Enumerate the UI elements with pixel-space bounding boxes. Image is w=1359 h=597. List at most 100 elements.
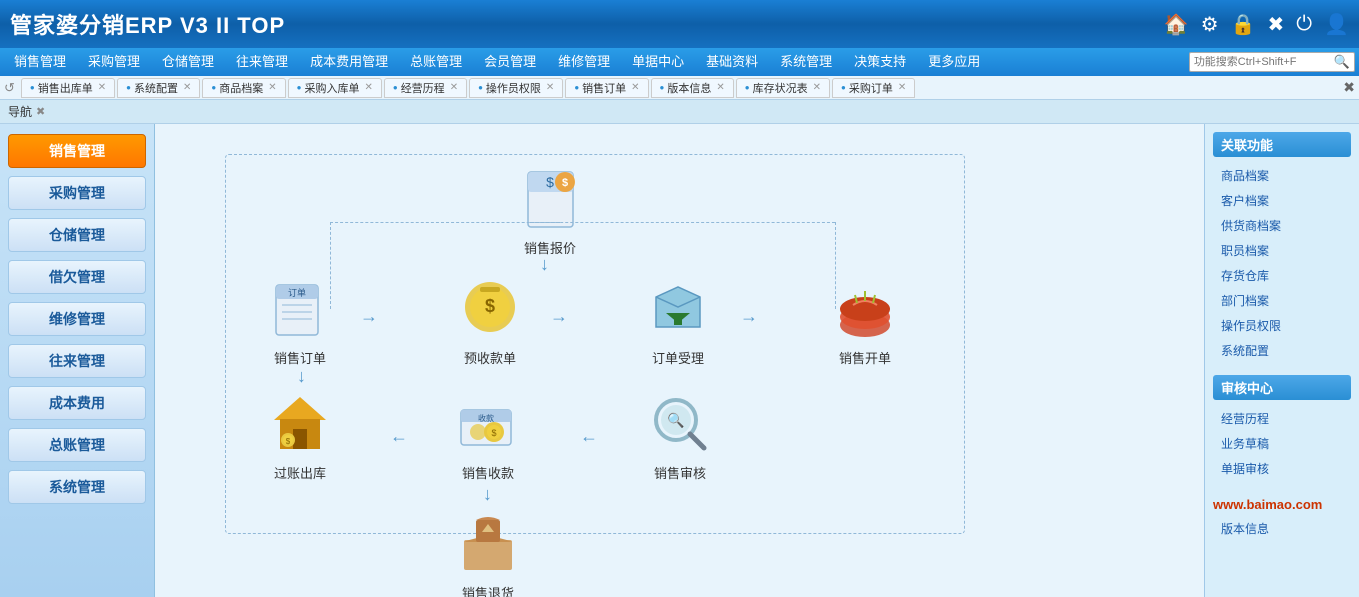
flow-sales-quote[interactable]: $ $ 销售报价 [515,164,585,257]
menu-warehouse[interactable]: 仓储管理 [152,49,224,75]
tab-version-info[interactable]: ●版本信息✕ [651,78,734,98]
search-input[interactable] [1194,56,1334,68]
dashed-v2 [835,222,836,309]
settings-icon[interactable]: ⚙ [1201,12,1219,37]
svg-text:订单: 订单 [287,287,305,298]
link-supplier-file[interactable]: 供货商档案 [1213,213,1351,238]
tabbar: ↺ ●销售出库单✕ ●系统配置✕ ●商品档案✕ ●采购入库单✕ ●经营历程✕ ●… [0,76,1359,100]
link-staff-file[interactable]: 职员档案 [1213,238,1351,263]
flow-transfer-out[interactable]: $ 过账出库 [265,389,335,482]
menu-more[interactable]: 更多应用 [918,49,990,75]
menu-sales[interactable]: 销售管理 [4,49,76,75]
link-version-info[interactable]: 版本信息 [1213,516,1351,541]
search-icon[interactable]: 🔍 [1334,54,1350,70]
link-dept-file[interactable]: 部门档案 [1213,288,1351,313]
sidebar: 销售管理 采购管理 仓储管理 借欠管理 维修管理 往来管理 成本费用 总账管理 … [0,124,155,597]
flow-prepayment[interactable]: $ 预收款单 [455,274,525,367]
watermark: www.baimao.com [1213,493,1351,516]
sidebar-item-ledger[interactable]: 总账管理 [8,428,146,462]
tab-purchase-order[interactable]: ●采购订单✕ [832,78,915,98]
arrow-sorder-to-transfer: ↓ [297,366,306,387]
sidebar-item-purchase[interactable]: 采购管理 [8,176,146,210]
dashed-v1 [330,222,331,309]
power-icon[interactable]: ⏻ [1296,13,1312,36]
link-operator-perms[interactable]: 操作员权限 [1213,313,1351,338]
menu-cost[interactable]: 成本费用管理 [300,49,398,75]
logo-text: 管家婆分销ERP V3 II TOP [10,8,285,40]
menu-ledger[interactable]: 总账管理 [400,49,472,75]
link-customer-file[interactable]: 客户档案 [1213,188,1351,213]
sales-quote-label: 销售报价 [524,238,576,257]
flow-sales-return[interactable]: 销售退货 [453,509,523,597]
sidebar-item-cost[interactable]: 成本费用 [8,386,146,420]
sidebar-item-warehouse[interactable]: 仓储管理 [8,218,146,252]
audit-center-section: 审核中心 经营历程 业务草稿 单据审核 [1213,375,1351,481]
content-area: $ $ 销售报价 ↓ 订单 [155,124,1204,597]
related-functions-section: 关联功能 商品档案 客户档案 供货商档案 职员档案 存货仓库 部门档案 操作员权… [1213,132,1351,363]
menu-member[interactable]: 会员管理 [474,49,546,75]
sales-return-label: 销售退货 [462,583,514,597]
link-system-config[interactable]: 系统配置 [1213,338,1351,363]
sales-open-label: 销售开单 [839,348,891,367]
tab-sales-outbound[interactable]: ●销售出库单✕ [21,78,115,98]
tab-refresh-icon[interactable]: ↺ [4,80,15,96]
menu-system[interactable]: 系统管理 [770,49,842,75]
sidebar-item-debt[interactable]: 借欠管理 [8,260,146,294]
tab-sales-order[interactable]: ●销售订单✕ [565,78,648,98]
menu-purchase[interactable]: 采购管理 [78,49,150,75]
arrow-audit-to-payment: ← [580,426,598,447]
sidebar-item-system[interactable]: 系统管理 [8,470,146,504]
link-warehouse[interactable]: 存货仓库 [1213,263,1351,288]
lock-icon[interactable]: 🔒 [1231,12,1256,37]
link-business-draft[interactable]: 业务草稿 [1213,431,1351,456]
user-icon[interactable]: 👤 [1324,12,1349,37]
sales-open-icon [830,274,900,344]
sidebar-item-repair[interactable]: 维修管理 [8,302,146,336]
tabbar-close-icon[interactable]: ✖ [1343,79,1355,96]
svg-text:$: $ [484,296,494,316]
tab-system-config[interactable]: ●系统配置✕ [117,78,200,98]
sales-order-icon: 订单 [265,274,335,344]
logo-area: 管家婆分销ERP V3 II TOP [10,8,1164,40]
home-icon[interactable]: 🏠 [1164,12,1189,37]
flow-order-accept[interactable]: 订单受理 [643,274,713,367]
right-panel: 关联功能 商品档案 客户档案 供货商档案 职员档案 存货仓库 部门档案 操作员权… [1204,124,1359,597]
tab-purchase-inbound[interactable]: ●采购入库单✕ [288,78,382,98]
related-functions-title: 关联功能 [1213,132,1351,157]
dashed-h1 [330,222,560,223]
menubar: 销售管理 采购管理 仓储管理 往来管理 成本费用管理 总账管理 会员管理 维修管… [0,48,1359,76]
menu-transactions[interactable]: 往来管理 [226,49,298,75]
sales-audit-icon: 🔍 [645,389,715,459]
flow-sales-audit[interactable]: 🔍 销售审核 [645,389,715,482]
link-goods-file[interactable]: 商品档案 [1213,163,1351,188]
arrow-quote-to-order: ↓ [540,254,549,275]
sales-payment-label: 销售收款 [462,463,514,482]
search-box[interactable]: 🔍 [1189,52,1355,72]
tab-goods-file[interactable]: ●商品档案✕ [202,78,285,98]
menu-voucher[interactable]: 单据中心 [622,49,694,75]
sales-order-label: 销售订单 [274,348,326,367]
arrow-accept-to-open: → [740,306,758,327]
main-area: 销售管理 采购管理 仓储管理 借欠管理 维修管理 往来管理 成本费用 总账管理 … [0,124,1359,597]
transfer-out-icon: $ [265,389,335,459]
svg-text:$: $ [491,428,496,438]
tab-stock-status[interactable]: ●库存状况表✕ [736,78,830,98]
link-voucher-audit[interactable]: 单据审核 [1213,456,1351,481]
menu-repair[interactable]: 维修管理 [548,49,620,75]
flow-sales-order[interactable]: 订单 销售订单 [265,274,335,367]
menu-decision[interactable]: 决策支持 [844,49,916,75]
tab-business-history[interactable]: ●经营历程✕ [384,78,467,98]
prepayment-icon: $ [455,274,525,344]
sidebar-item-transactions[interactable]: 往来管理 [8,344,146,378]
prepayment-label: 预收款单 [464,348,516,367]
close-icon[interactable]: ✖ [1268,12,1285,37]
svg-text:🔍: 🔍 [667,411,684,429]
flow-sales-payment[interactable]: 收款 $ 销售收款 [453,389,523,482]
link-business-history[interactable]: 经营历程 [1213,406,1351,431]
menu-basic[interactable]: 基础资料 [696,49,768,75]
tab-operator-perms[interactable]: ●操作员权限✕ [469,78,563,98]
sidebar-item-sales[interactable]: 销售管理 [8,134,146,168]
nav-close-icon[interactable]: ✖ [36,105,45,118]
flow-sales-open[interactable]: 销售开单 [830,274,900,367]
svg-text:$: $ [561,177,567,189]
